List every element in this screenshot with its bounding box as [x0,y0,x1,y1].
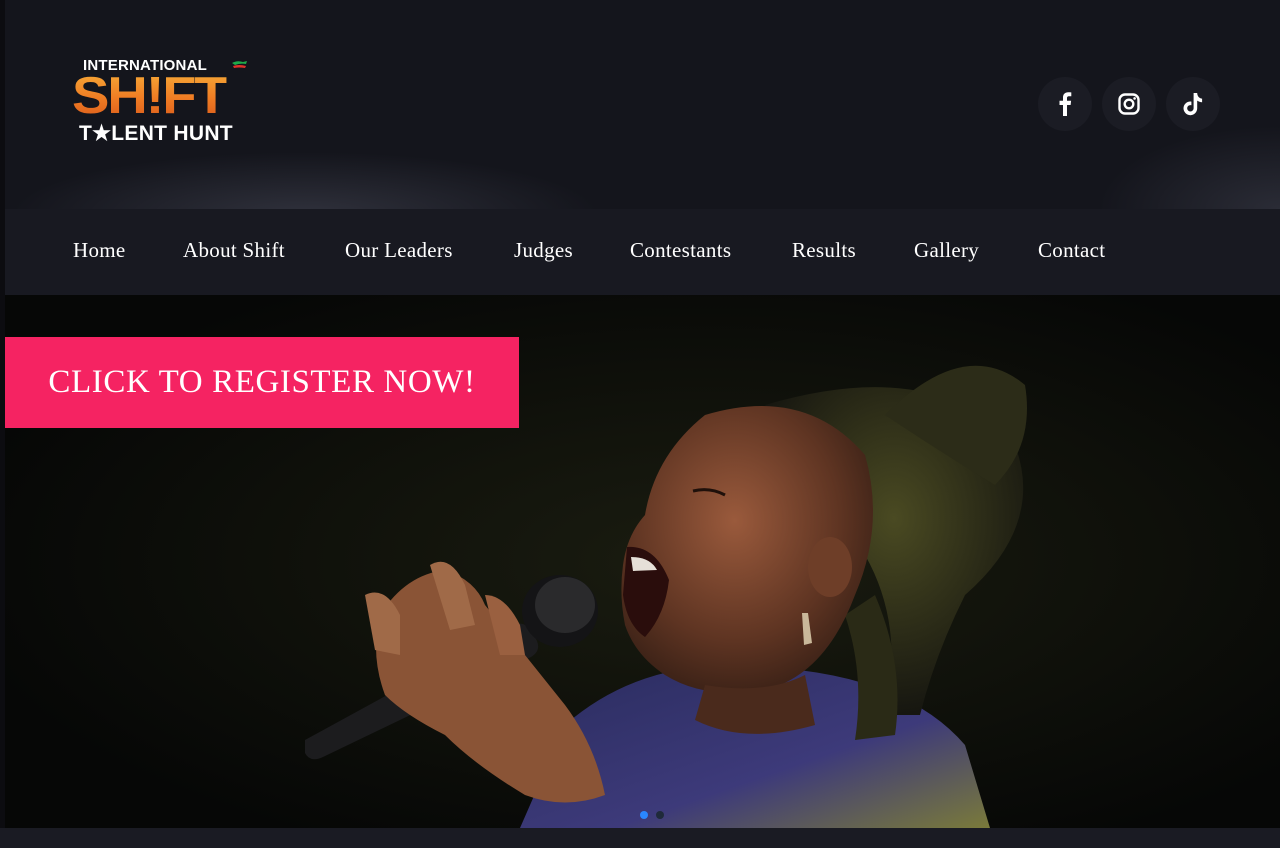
slider-pagination [640,811,664,819]
nav-item-judges[interactable]: Judges [514,238,573,263]
logo-bottom-text: T★LENT HUNT [79,122,233,145]
facebook-icon [1059,92,1072,116]
nav-item-results[interactable]: Results [792,238,856,263]
facebook-link[interactable] [1038,77,1092,131]
logo-main-text: SH!FT [72,67,229,125]
nav-item-contact[interactable]: Contact [1038,238,1105,263]
page-bottom-band [0,828,1280,848]
nav-item-contestants[interactable]: Contestants [630,238,731,263]
tiktok-icon [1183,92,1203,115]
register-now-button[interactable]: CLICK TO REGISTER NOW! [5,337,519,428]
slider-dot-2[interactable] [656,811,664,819]
nav-item-home[interactable]: Home [73,238,126,263]
instagram-icon [1118,93,1140,115]
nav-item-our-leaders[interactable]: Our Leaders [345,238,453,263]
instagram-link[interactable] [1102,77,1156,131]
nav-item-gallery[interactable]: Gallery [914,238,979,263]
main-nav: Home About Shift Our Leaders Judges Cont… [5,209,1280,295]
slider-dot-1[interactable] [640,811,648,819]
nav-item-about-shift[interactable]: About Shift [183,238,285,263]
tiktok-link[interactable] [1166,77,1220,131]
site-logo[interactable]: INTERNATIONAL SH!FT T★LENT HUNT [69,55,264,150]
flag-icon [232,61,247,68]
social-links [1038,77,1220,131]
